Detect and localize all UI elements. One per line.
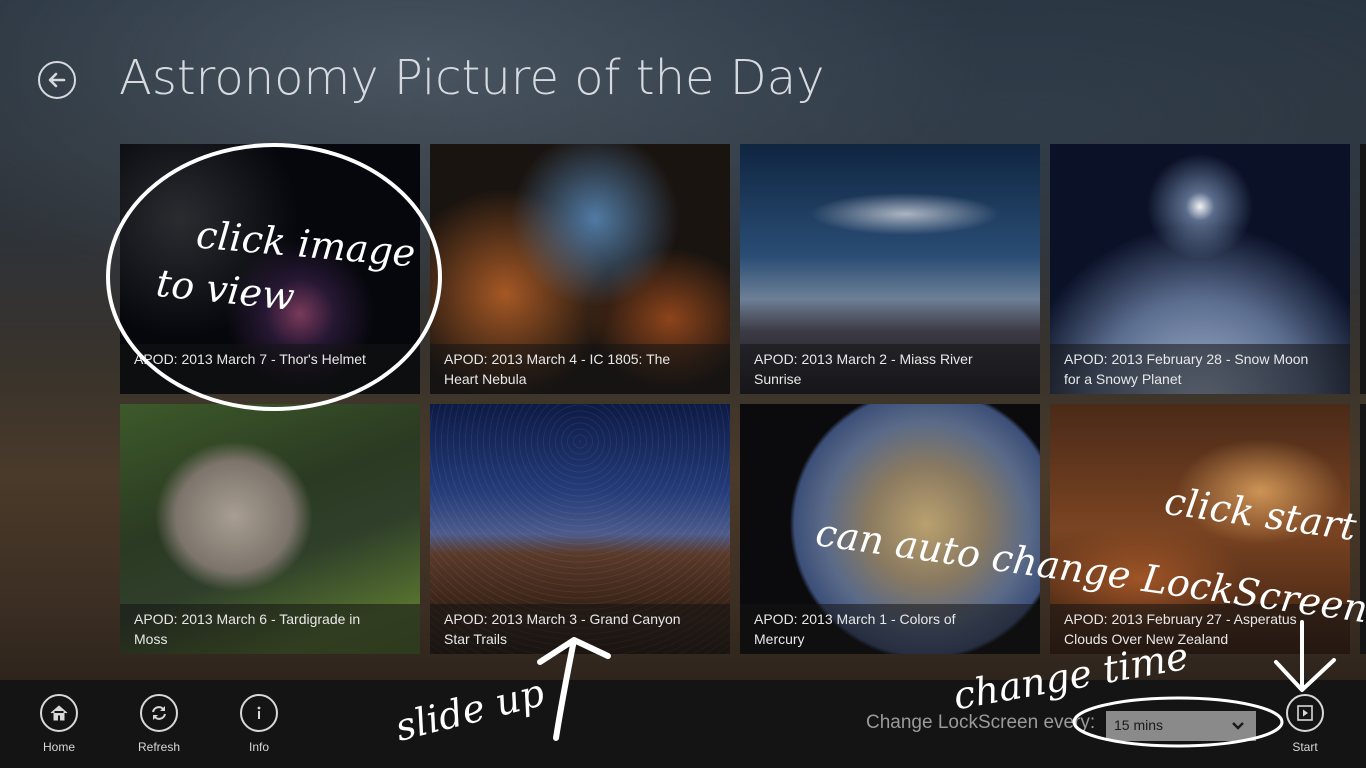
tile-caption: APOD: 2013 March 7 - Thor's Helmet [120, 344, 420, 394]
tile-caption: APOD: 2013 March 3 - Grand Canyon Star Tr… [430, 604, 730, 654]
start-button[interactable]: Start [1265, 694, 1345, 754]
picture-tile[interactable]: APOD: 2013 March 6 - Tardigrade in Moss [120, 404, 420, 654]
partial-tile [1360, 144, 1366, 394]
picture-tile[interactable]: APOD: 2013 March 7 - Thor's Helmet [120, 144, 420, 394]
picture-tile[interactable]: APOD: 2013 February 28 - Snow Moon for a … [1050, 144, 1350, 394]
partial-tile [1360, 404, 1366, 654]
picture-tile[interactable]: APOD: 2013 March 1 - Colors of Mercury [740, 404, 1040, 654]
home-icon [40, 694, 78, 732]
tile-caption: APOD: 2013 February 28 - Snow Moon for a … [1050, 344, 1350, 394]
tile-caption: APOD: 2013 March 2 - Miass River Sunrise [740, 344, 1040, 394]
chevron-down-icon [1232, 722, 1244, 730]
home-button[interactable]: Home [19, 694, 99, 754]
refresh-button[interactable]: Refresh [119, 694, 199, 754]
lockscreen-interval-label: Change LockScreen every: [866, 712, 1096, 733]
picture-tile[interactable]: APOD: 2013 March 4 - IC 1805: The Heart N… [430, 144, 730, 394]
tile-caption: APOD: 2013 March 6 - Tardigrade in Moss [120, 604, 420, 654]
info-icon [240, 694, 278, 732]
picture-grid: APOD: 2013 March 7 - Thor's Helmet APOD:… [0, 0, 1366, 680]
home-label: Home [42, 740, 75, 754]
tile-caption: APOD: 2013 March 4 - IC 1805: The Heart N… [430, 344, 730, 394]
info-label: Info [248, 740, 269, 754]
picture-tile[interactable]: APOD: 2013 March 3 - Grand Canyon Star Tr… [430, 404, 730, 654]
info-button[interactable]: Info [219, 694, 299, 754]
interval-value: 15 mins [1114, 717, 1164, 733]
picture-tile[interactable]: APOD: 2013 March 2 - Miass River Sunrise [740, 144, 1040, 394]
tile-caption: APOD: 2013 March 1 - Colors of Mercury [740, 604, 1040, 654]
app-bar: Home Refresh Info Change LockScreen ever… [0, 680, 1366, 768]
refresh-label: Refresh [137, 740, 181, 754]
picture-tile[interactable]: APOD: 2013 February 27 - Asperatus Clouds… [1050, 404, 1350, 654]
interval-dropdown[interactable]: 15 mins [1106, 711, 1256, 741]
play-icon [1286, 694, 1324, 732]
refresh-icon [140, 694, 178, 732]
tile-caption: APOD: 2013 February 27 - Asperatus Clouds… [1050, 604, 1350, 654]
start-label: Start [1292, 740, 1318, 754]
